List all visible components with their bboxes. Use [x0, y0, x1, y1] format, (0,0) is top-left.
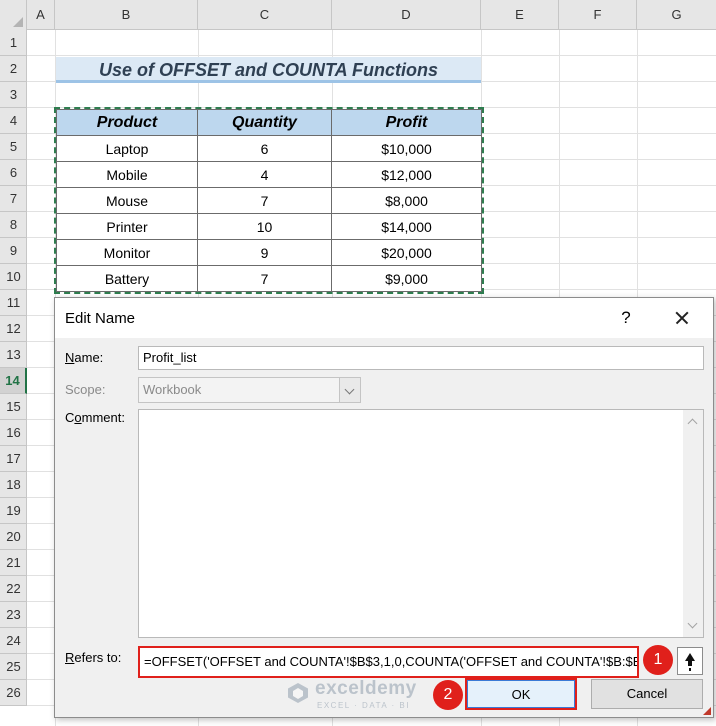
table-row: Printer 10 $14,000	[56, 213, 482, 240]
row-header-11[interactable]: 11	[0, 290, 27, 316]
watermark-tagline: EXCEL · DATA · BI	[317, 701, 410, 710]
row-header-24[interactable]: 24	[0, 628, 27, 654]
column-header-a[interactable]: A	[27, 0, 55, 30]
table-row: Battery 7 $9,000	[56, 265, 482, 292]
row-header-13[interactable]: 13	[0, 342, 27, 368]
refers-to-field[interactable]: =OFFSET('OFFSET and COUNTA'!$B$3,1,0,COU…	[138, 646, 639, 678]
row-header-23[interactable]: 23	[0, 602, 27, 628]
row-header-6[interactable]: 6	[0, 160, 27, 186]
header-product[interactable]: Product	[56, 109, 198, 136]
row-header-3[interactable]: 3	[0, 82, 27, 108]
product-cell[interactable]: Laptop	[56, 135, 198, 162]
row-header-1[interactable]: 1	[0, 30, 27, 56]
row-header-22[interactable]: 22	[0, 576, 27, 602]
table-row: Laptop 6 $10,000	[56, 135, 482, 162]
resize-grip-icon[interactable]	[701, 705, 711, 715]
column-header-d[interactable]: D	[332, 0, 481, 30]
product-cell[interactable]: Monitor	[56, 239, 198, 266]
column-header-b[interactable]: B	[55, 0, 198, 30]
column-header-e[interactable]: E	[481, 0, 559, 30]
profit-cell[interactable]: $10,000	[331, 135, 482, 162]
profit-cell[interactable]: $20,000	[331, 239, 482, 266]
comment-scrollbar[interactable]	[683, 410, 703, 637]
chevron-down-icon[interactable]	[339, 378, 360, 402]
dialog-titlebar[interactable]: Edit Name ?	[55, 298, 713, 338]
header-quantity[interactable]: Quantity	[197, 109, 332, 136]
edit-name-dialog: Edit Name ? Name: Profit_list Scope: Wor…	[54, 297, 714, 718]
step-1-badge: 1	[643, 645, 673, 675]
quantity-cell[interactable]: 4	[197, 161, 332, 188]
row-header-26[interactable]: 26	[0, 680, 27, 706]
row-header-17[interactable]: 17	[0, 446, 27, 472]
table-row: Mouse 7 $8,000	[56, 187, 482, 214]
row-header-4[interactable]: 4	[0, 108, 27, 134]
refers-to-label: Refers to:	[65, 650, 122, 665]
column-header-c[interactable]: C	[198, 0, 332, 30]
close-icon[interactable]	[667, 304, 697, 332]
row-header-20[interactable]: 20	[0, 524, 27, 550]
table-header-row: Product Quantity Profit	[56, 109, 482, 136]
profit-cell[interactable]: $8,000	[331, 187, 482, 214]
row-header-5[interactable]: 5	[0, 134, 27, 160]
product-cell[interactable]: Mobile	[56, 161, 198, 188]
product-cell[interactable]: Printer	[56, 213, 198, 240]
row-header-7[interactable]: 7	[0, 186, 27, 212]
row-header-12[interactable]: 12	[0, 316, 27, 342]
product-table: Product Quantity Profit Laptop 6 $10,000 Mo…	[54, 107, 484, 294]
row-header-18[interactable]: 18	[0, 472, 27, 498]
profit-cell[interactable]: $9,000	[331, 265, 482, 292]
scroll-up-icon[interactable]	[687, 418, 698, 429]
exceldemy-logo-icon	[288, 683, 308, 703]
quantity-cell[interactable]: 10	[197, 213, 332, 240]
header-profit[interactable]: Profit	[331, 109, 482, 136]
row-header-16[interactable]: 16	[0, 420, 27, 446]
quantity-cell[interactable]: 7	[197, 265, 332, 292]
quantity-cell[interactable]: 9	[197, 239, 332, 266]
row-header-25[interactable]: 25	[0, 654, 27, 680]
table-row: Mobile 4 $12,000	[56, 161, 482, 188]
scope-value: Workbook	[143, 382, 202, 397]
column-header-g[interactable]: G	[637, 0, 716, 30]
select-all-corner[interactable]	[0, 0, 27, 30]
comment-label: Comment:	[65, 410, 125, 425]
step-2-badge: 2	[433, 680, 463, 710]
watermark-name: exceldemy	[315, 678, 417, 699]
collapse-dialog-icon[interactable]	[677, 647, 703, 675]
row-header-14[interactable]: 14	[0, 368, 27, 394]
row-header-8[interactable]: 8	[0, 212, 27, 238]
quantity-cell[interactable]: 6	[197, 135, 332, 162]
product-cell[interactable]: Mouse	[56, 187, 198, 214]
row-header-9[interactable]: 9	[0, 238, 27, 264]
cancel-button[interactable]: Cancel	[591, 679, 703, 709]
table-row: Monitor 9 $20,000	[56, 239, 482, 266]
dialog-title: Edit Name	[65, 310, 136, 327]
profit-cell[interactable]: $14,000	[331, 213, 482, 240]
scroll-down-icon[interactable]	[687, 618, 698, 629]
row-header-2[interactable]: 2	[0, 56, 27, 82]
name-label: Name:	[65, 350, 104, 365]
quantity-cell[interactable]: 7	[197, 187, 332, 214]
product-cell[interactable]: Battery	[56, 265, 198, 292]
column-header-bar: A B C D E F G	[0, 0, 716, 30]
row-header-21[interactable]: 21	[0, 550, 27, 576]
ok-button[interactable]: OK	[465, 678, 577, 710]
row-header-15[interactable]: 15	[0, 394, 27, 420]
row-header-19[interactable]: 19	[0, 498, 27, 524]
scope-dropdown[interactable]: Workbook	[138, 377, 361, 403]
column-header-f[interactable]: F	[559, 0, 637, 30]
row-header-bar: 1 2 3 4 5 6 7 8 9 10 11 12 13 14 15 16 17 18 19 20 21 22 23 24 2…	[0, 30, 27, 706]
scope-label: Scope:	[65, 382, 106, 397]
sheet-title: Use of OFFSET and COUNTA Functions	[56, 57, 481, 83]
row-header-10[interactable]: 10	[0, 264, 27, 290]
comment-field[interactable]	[138, 409, 704, 638]
help-button[interactable]: ?	[611, 304, 641, 332]
name-field[interactable]: Profit_list	[138, 346, 704, 370]
profit-cell[interactable]: $12,000	[331, 161, 482, 188]
